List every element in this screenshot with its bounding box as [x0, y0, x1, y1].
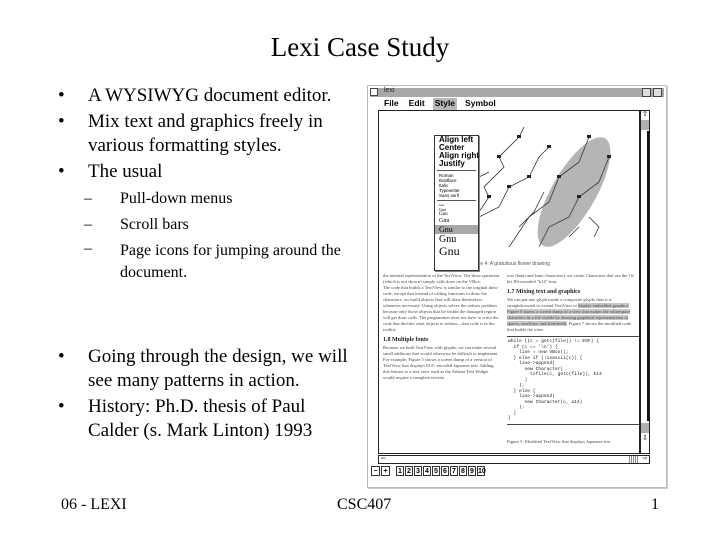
scroll-down-icon[interactable]: ⇩ [641, 435, 649, 443]
bullet-item: • Mix text and graphics freely in variou… [58, 110, 348, 158]
figure-5-caption: Figure 5: Modified TextView that display… [507, 438, 611, 444]
scroll-up-icon[interactable]: ⇧ [641, 111, 649, 119]
bullet-item: • Going through the design, we will see … [58, 345, 348, 393]
bullet-text: Going through the design, we will see ma… [88, 346, 348, 391]
document-column-left: the internal representation of the TextV… [383, 273, 501, 381]
menu-separator [437, 200, 476, 201]
menu-edit[interactable]: Edit [407, 98, 427, 110]
section-heading: 1.7 Mixing text and graphics [507, 289, 581, 295]
page-next-icon[interactable]: + [381, 466, 390, 476]
style-dropdown-menu: Align left Center Align right Justify Ro… [434, 135, 479, 271]
sub-bullet-item: – Pull-down menus [62, 186, 348, 212]
bullet-text: The usual [88, 161, 163, 182]
bullet-item: • A WYSIWYG document editor. [58, 84, 348, 108]
page-icon[interactable]: 7 [450, 466, 458, 476]
menu-bar: File Edit Style Symbol [382, 98, 498, 110]
page-icon[interactable]: 2 [405, 466, 413, 476]
scroll-thumb[interactable] [641, 120, 649, 130]
bullet-marker: • [58, 85, 65, 106]
page-icon[interactable]: 5 [432, 466, 440, 476]
footer-left: 06 - LEXI [61, 496, 127, 513]
page-icon[interactable]: 4 [423, 466, 431, 476]
window-menu-icon[interactable] [370, 88, 378, 96]
sub-bullet-item: – Page icons for jumping around the docu… [62, 238, 348, 284]
page-icon[interactable]: 9 [468, 466, 476, 476]
sub-bullet-text: Scroll bars [120, 216, 189, 233]
scroll-thumb-secondary[interactable] [641, 423, 649, 433]
slide-number: 1 [651, 496, 659, 513]
document-column-right: tors (kanji and kana characters); we cre… [507, 273, 639, 445]
sub-bullet-list: – Pull-down menus – Scroll bars – Page i… [62, 186, 348, 284]
lexi-window-screenshot: lexi File Edit Style Symbol Figure 4: A … [367, 85, 667, 488]
horizontal-scroll-thumb[interactable] [629, 456, 639, 463]
menu-file[interactable]: File [382, 98, 401, 110]
sub-bullet-marker: – [84, 190, 92, 207]
maximize-icon[interactable] [653, 88, 662, 97]
bullet-item: • The usual [58, 160, 348, 184]
slide-title: Lexi Case Study [270, 32, 450, 62]
page-icon[interactable]: 10 [477, 466, 486, 476]
window-titlebar: lexi [370, 87, 664, 97]
sub-bullet-text: Pull-down menus [120, 190, 233, 207]
menu-item-sans-serif[interactable]: Sans serif [435, 193, 478, 198]
bullet-text: A WYSIWYG document editor. [88, 85, 332, 106]
document-page[interactable]: Figure 4: A gratuitous flower drawing th… [378, 110, 640, 454]
menu-item-justify[interactable]: Justify [435, 160, 478, 168]
bullet-text: History: Ph.D. thesis of Paul Calder (s.… [88, 396, 313, 441]
window-title: lexi [384, 87, 395, 94]
scroll-right-icon[interactable]: ⇨ [641, 456, 649, 463]
menu-item-size[interactable]: Gnu [435, 245, 478, 258]
section-heading: 1.8 Multiple fonts [383, 337, 429, 343]
body-text: the internal representation of the TextV… [383, 273, 500, 284]
code-listing: while ((c = getc(file)) != EOF) { if (c … [507, 336, 639, 425]
sub-bullet-marker: – [84, 240, 92, 257]
menu-item-size-selected[interactable]: Gnu [435, 225, 478, 234]
footer-center: CSC407 [337, 496, 392, 513]
page-icon[interactable]: 1 [396, 466, 404, 476]
scroll-track [647, 131, 649, 421]
bullet-list-top: • A WYSIWYG document editor. • Mix text … [58, 84, 348, 284]
sub-bullet-marker: – [84, 216, 92, 233]
bullet-marker: • [58, 396, 65, 417]
page-icon[interactable]: 6 [441, 466, 449, 476]
body-text: tors (kanji and kana characters); we cre… [507, 273, 635, 284]
horizontal-scrollbar[interactable]: ⇦ ⇨ [378, 455, 650, 464]
menu-separator [437, 170, 476, 171]
bullet-item: • History: Ph.D. thesis of Paul Calder (… [58, 395, 348, 443]
page-prev-icon[interactable]: − [371, 466, 380, 476]
page-icon-bar: − + 1 2 3 4 5 6 7 8 9 10 [371, 465, 486, 477]
bullet-marker: • [58, 111, 65, 132]
body-text: Because we built TextView with glyphs, w… [383, 345, 499, 380]
menu-style[interactable]: Style [432, 98, 458, 110]
bullet-marker: • [58, 161, 65, 182]
scroll-left-icon[interactable]: ⇦ [379, 456, 387, 463]
bullet-marker: • [58, 346, 65, 367]
body-text: The code that builds a TextView is simil… [383, 285, 499, 332]
vertical-scrollbar[interactable]: ⇧ ⇩ [640, 110, 650, 454]
menu-item-size[interactable]: Gnu [435, 218, 478, 225]
minimize-icon[interactable] [642, 88, 651, 97]
bullet-list-bottom: • Going through the design, we will see … [58, 345, 348, 445]
page-icon[interactable]: 8 [459, 466, 467, 476]
page-icon[interactable]: 3 [414, 466, 422, 476]
body-text: We can put any glyph inside a composite … [507, 297, 632, 332]
sub-bullet-text: Page icons for jumping around the docume… [120, 242, 341, 281]
figure-caption: Figure 4: A gratuitous flower drawing [469, 261, 550, 267]
sub-bullet-item: – Scroll bars [62, 212, 348, 238]
bullet-text: Mix text and graphics freely in various … [88, 111, 323, 156]
menu-symbol[interactable]: Symbol [463, 98, 498, 110]
